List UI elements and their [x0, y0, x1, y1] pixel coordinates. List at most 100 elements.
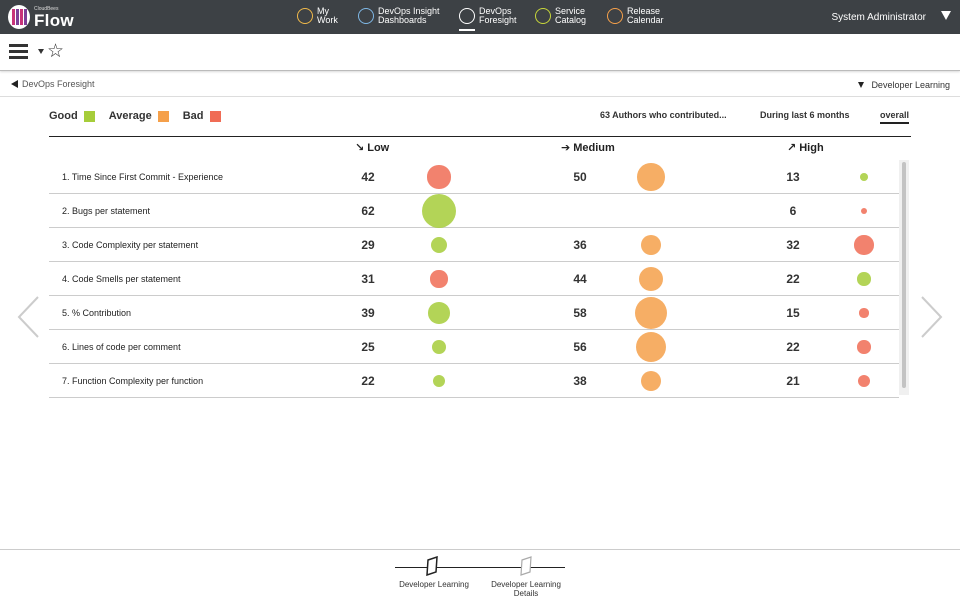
chevron-down-icon[interactable] [858, 82, 864, 88]
my-work-icon [297, 8, 313, 24]
bubble-low[interactable] [430, 270, 448, 288]
table-row[interactable]: 6. Lines of code per comment 25 56 22 [49, 330, 899, 364]
legend-average: Average [109, 110, 169, 122]
value-low: 42 [361, 170, 375, 184]
bubble-medium[interactable] [635, 297, 667, 329]
scrollbar[interactable] [899, 160, 909, 395]
page-marker-icon[interactable] [520, 556, 532, 576]
metric-name: 1. Time Since First Commit - Experience [62, 172, 224, 182]
table-row[interactable]: 5. % Contribution 39 58 15 [49, 296, 899, 330]
bubble-medium[interactable] [641, 235, 661, 255]
pager-step-developer-learning-details[interactable]: Developer Learning Details [481, 580, 571, 598]
bubble-medium[interactable] [640, 370, 662, 392]
bubble-high[interactable] [857, 340, 871, 354]
legend-swatch [83, 110, 95, 122]
period-filter[interactable]: During last 6 months [760, 110, 850, 120]
nav-label: Calendar [627, 15, 664, 25]
bubble-low[interactable] [431, 237, 447, 253]
bubble-low[interactable] [427, 165, 451, 189]
value-medium: 36 [573, 238, 587, 252]
bubble-high[interactable] [857, 374, 871, 388]
bubble-high[interactable] [854, 235, 874, 255]
legend-label: Good [49, 110, 78, 122]
table-row[interactable]: 1. Time Since First Commit - Experience 4… [49, 160, 899, 194]
legend-swatch [209, 110, 221, 122]
legend-swatch [157, 110, 169, 122]
bubble-medium[interactable] [638, 266, 664, 292]
value-high: 6 [789, 204, 797, 218]
nav-service-catalog[interactable]: Service Catalog [535, 7, 586, 25]
back-arrow-icon[interactable] [11, 80, 18, 88]
hamburger-menu-icon[interactable] [9, 44, 28, 59]
catalog-icon [535, 8, 551, 24]
breadcrumb-back-link[interactable]: DevOps Foresight [22, 79, 95, 89]
metric-name: 5. % Contribution [62, 308, 132, 318]
table-row[interactable]: 4. Code Smells per statement 31 44 22 [49, 262, 899, 296]
chevron-down-icon[interactable] [941, 11, 951, 20]
legend: Good Average Bad [49, 110, 221, 122]
column-header-medium[interactable]: ➔ Medium [561, 141, 615, 154]
brand-name[interactable]: Flow [34, 11, 74, 31]
next-arrow-icon[interactable] [918, 295, 944, 339]
authors-filter[interactable]: 63 Authors who contributed... [600, 110, 727, 120]
value-medium: 50 [573, 170, 587, 184]
bubble-high[interactable] [857, 272, 871, 286]
breadcrumb: DevOps Foresight Developer Learning [0, 73, 960, 97]
table-row[interactable]: 7. Function Complexity per function 22 38 2… [49, 364, 899, 398]
pager-step-developer-learning[interactable]: Developer Learning [389, 580, 479, 589]
nav-devops-foresight[interactable]: DevOps Foresight [459, 7, 517, 25]
star-icon[interactable]: ☆ [47, 40, 64, 63]
legend-label: Bad [182, 110, 204, 122]
metric-name: 4. Code Smells per statement [62, 274, 181, 284]
cloudbees-logo-icon[interactable] [8, 5, 30, 29]
user-menu[interactable]: System Administrator [832, 12, 926, 23]
bubble-high[interactable] [861, 208, 867, 214]
column-header-high[interactable]: ↗ High [787, 141, 824, 154]
metrics-table: ↘ Low ➔ Medium ↗ High 1. Time Since First C… [49, 136, 911, 398]
value-medium: 58 [573, 306, 587, 320]
bubble-low[interactable] [432, 374, 446, 388]
value-high: 21 [786, 374, 800, 388]
nav-label: Foresight [479, 15, 517, 25]
value-high: 15 [786, 306, 800, 320]
bubble-low[interactable] [432, 340, 446, 354]
arrow-right-icon: ➔ [561, 142, 571, 154]
nav-label: Dashboards [378, 15, 427, 25]
column-header-low[interactable]: ↘ Low [355, 141, 389, 154]
bubble-high[interactable] [860, 173, 868, 181]
nav-label: Work [317, 15, 338, 25]
bubble-low[interactable] [421, 193, 457, 229]
value-high: 32 [786, 238, 800, 252]
value-low: 62 [361, 204, 375, 218]
nav-my-work[interactable]: My Work [297, 7, 338, 25]
nav-release-calendar[interactable]: Release Calendar [607, 7, 664, 25]
page-marker-icon[interactable] [426, 556, 438, 576]
nav-devops-insight[interactable]: DevOps Insight Dashboards [358, 7, 440, 25]
metric-name: 6. Lines of code per comment [62, 342, 181, 352]
bubble-medium[interactable] [637, 163, 665, 191]
value-high: 22 [786, 272, 800, 286]
bubble-medium[interactable] [635, 331, 667, 363]
value-high: 13 [786, 170, 800, 184]
pager-line [395, 567, 565, 568]
value-low: 25 [361, 340, 375, 354]
favorites-dropdown-icon[interactable] [38, 49, 44, 54]
bubble-high[interactable] [859, 308, 869, 318]
page-navigator: Developer Learning Developer Learning De… [0, 549, 960, 600]
context-dropdown[interactable]: Developer Learning [871, 80, 950, 90]
table-row[interactable]: 2. Bugs per statement 62 6 [49, 193, 899, 229]
previous-arrow-icon[interactable] [16, 295, 42, 339]
arrow-down-right-icon: ↘ [355, 142, 365, 154]
arrow-up-right-icon: ↗ [787, 142, 797, 154]
scope-filter-overall[interactable]: overall [880, 110, 910, 124]
legend-good: Good [49, 110, 95, 122]
legend-bad: Bad [183, 110, 221, 122]
scrollbar-thumb[interactable] [902, 162, 906, 388]
pager-step-label: Details [513, 589, 539, 598]
value-medium: 56 [573, 340, 587, 354]
bubble-low[interactable] [428, 302, 450, 324]
pager-step-label: Developer Learning [491, 580, 561, 589]
value-low: 31 [361, 272, 375, 286]
table-row[interactable]: 3. Code Complexity per statement 29 36 32 [49, 228, 899, 262]
metric-name: 2. Bugs per statement [62, 206, 151, 216]
